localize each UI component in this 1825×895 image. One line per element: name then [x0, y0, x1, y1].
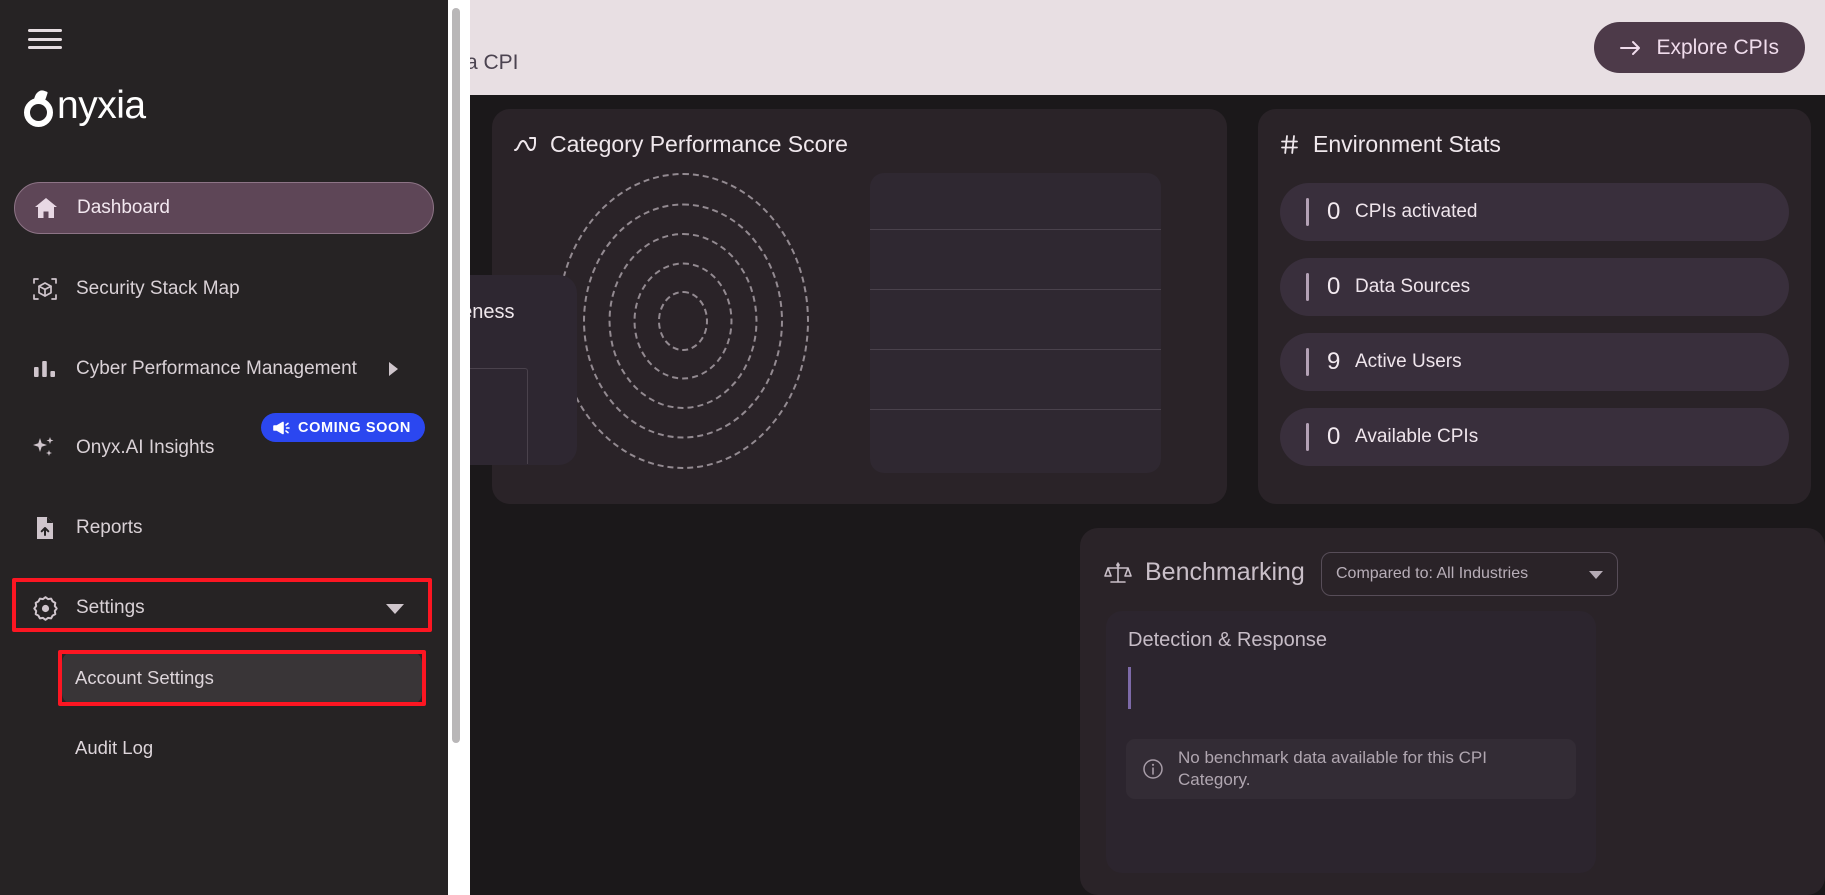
benchmark-empty-note: No benchmark data available for this CPI… [1126, 739, 1576, 799]
trend-line-icon [513, 135, 537, 155]
benchmark-compare-value: Compared to: All Industries [1336, 565, 1529, 582]
stat-active-users[interactable]: 9 Active Users [1280, 333, 1789, 391]
sidebar-item-label: Onyx.AI Insights [76, 437, 215, 458]
sidebar-item-label: Reports [76, 517, 143, 538]
benchmark-detail-panel: Detection & Response No benchmark data a… [1106, 611, 1596, 873]
sidebar-subitem-account-settings[interactable]: Account Settings [62, 651, 422, 705]
arrow-right-icon [1620, 39, 1642, 57]
coming-soon-badge: COMING SOON [261, 413, 425, 442]
coming-soon-label: COMING SOON [298, 419, 411, 436]
sidebar-item-label: Settings [76, 597, 145, 618]
gridline [870, 289, 1161, 290]
stat-value: 0 [1327, 423, 1341, 450]
stat-value: 0 [1327, 273, 1341, 300]
sidebar-item-label: Dashboard [77, 197, 170, 218]
hamburger-bar [28, 29, 62, 32]
accent-bar [1306, 198, 1309, 226]
benchmarking-header: Benchmarking [1104, 558, 1305, 587]
hamburger-menu-icon[interactable] [28, 26, 62, 52]
app-window: a CPI Explore CPIs Category Performance … [0, 0, 1825, 895]
sidebar: nyxia Dashboard Security Stack Map Cyber… [0, 0, 448, 895]
stat-value: 0 [1327, 198, 1341, 225]
info-icon [1142, 758, 1164, 780]
hash-icon [1279, 134, 1300, 155]
megaphone-icon [272, 420, 290, 436]
accent-bar [1306, 423, 1309, 451]
gridline [870, 349, 1161, 350]
gear-icon [28, 594, 62, 622]
page-scrollbar-thumb[interactable] [452, 8, 460, 743]
sidebar-item-reports[interactable]: Reports [14, 502, 434, 554]
stat-label: Available CPIs [1355, 426, 1479, 447]
sidebar-subitem-audit-log[interactable]: Audit Log [62, 721, 422, 775]
topbar-subtitle: a CPI [466, 51, 519, 74]
sidebar-item-label: Security Stack Map [76, 278, 240, 299]
radar-chart [555, 171, 810, 471]
stat-label: CPIs activated [1355, 201, 1478, 222]
benchmark-compare-select[interactable]: Compared to: All Industries [1321, 552, 1618, 596]
stat-value: 9 [1327, 348, 1341, 375]
chevron-right-icon [389, 362, 398, 376]
onyxia-logo-text: nyxia [57, 84, 146, 127]
environment-stats-title: Environment Stats [1279, 131, 1501, 158]
file-upload-icon [28, 514, 62, 542]
category-performance-title-text: Category Performance Score [550, 131, 848, 157]
benchmark-category-title: Detection & Response [1128, 629, 1328, 651]
environment-stats-title-text: Environment Stats [1313, 131, 1501, 157]
explore-cpis-label: Explore CPIs [1656, 35, 1779, 59]
benchmarking-card: Benchmarking Compared to: All Industries… [1080, 528, 1825, 895]
home-icon [29, 194, 63, 222]
accent-bar [1306, 348, 1309, 376]
cube-scan-icon [28, 275, 62, 303]
sidebar-item-dashboard[interactable]: Dashboard [14, 182, 434, 234]
environment-stats-card: Environment Stats 0 CPIs activated 0 Dat… [1258, 109, 1811, 504]
onyxia-logo-mark [22, 88, 56, 128]
benchmark-empty-text: No benchmark data available for this CPI… [1178, 748, 1487, 789]
stat-available-cpis[interactable]: 0 Available CPIs [1280, 408, 1789, 466]
radar-ring-1 [657, 291, 708, 351]
sidebar-item-cyber-performance-management[interactable]: Cyber Performance Management [14, 343, 434, 395]
sidebar-item-settings[interactable]: Settings [14, 582, 434, 634]
gridline [870, 409, 1161, 410]
category-performance-card: Category Performance Score [492, 109, 1227, 504]
stat-data-sources[interactable]: 0 Data Sources [1280, 258, 1789, 316]
hamburger-bar [28, 37, 62, 41]
sparkles-icon [28, 434, 62, 462]
scales-icon [1104, 560, 1132, 586]
hamburger-bar [28, 46, 62, 49]
benchmarking-title: Benchmarking [1145, 558, 1305, 586]
stat-cpis-activated[interactable]: 0 CPIs activated [1280, 183, 1789, 241]
sidebar-subitem-label: Audit Log [75, 737, 154, 758]
sidebar-subitem-label: Account Settings [75, 667, 214, 688]
onyxia-logo: nyxia [22, 86, 146, 136]
category-performance-title: Category Performance Score [513, 131, 848, 158]
stat-label: Data Sources [1355, 276, 1471, 297]
bar-chart-panel [870, 173, 1161, 473]
chevron-down-icon [386, 604, 404, 614]
chevron-down-icon [1589, 571, 1603, 579]
explore-cpis-button[interactable]: Explore CPIs [1594, 22, 1805, 73]
sidebar-item-security-stack-map[interactable]: Security Stack Map [14, 263, 434, 315]
accent-bar [1306, 273, 1309, 301]
bar-chart-icon [28, 355, 62, 383]
stat-label: Active Users [1355, 351, 1462, 372]
gridline [870, 229, 1161, 230]
sidebar-item-label: Cyber Performance Management [76, 358, 357, 379]
accent-bar [1128, 667, 1131, 709]
